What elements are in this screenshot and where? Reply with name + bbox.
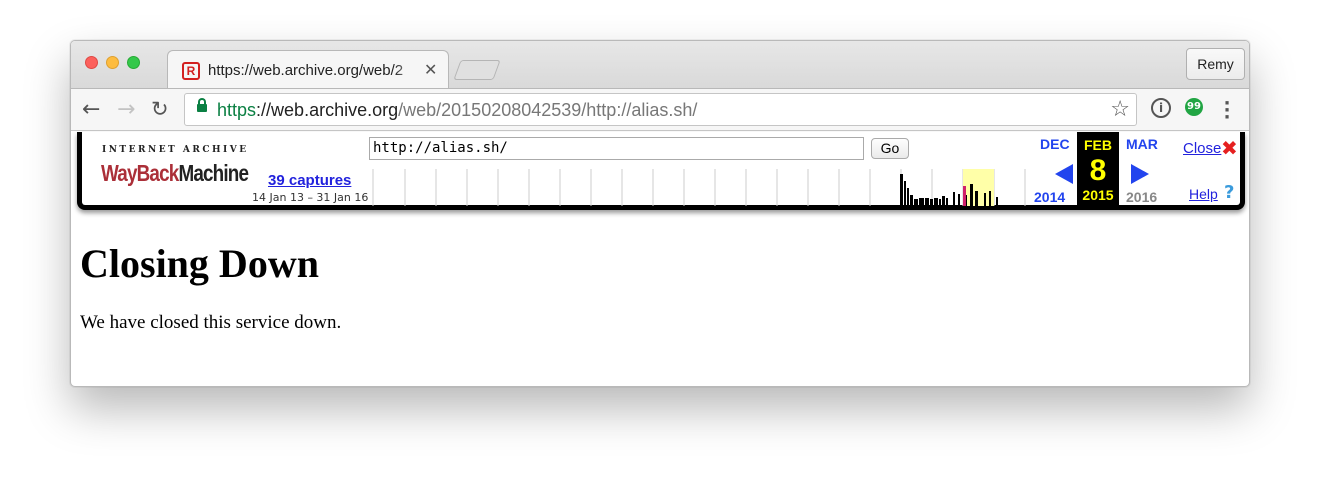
next-year-label: 2016 xyxy=(1126,189,1158,205)
address-bar[interactable]: https://web.archive.org/web/201502080425… xyxy=(184,93,1137,126)
close-toolbar-link[interactable]: Close xyxy=(1183,140,1221,157)
browser-tab[interactable]: R https://web.archive.org/web/2 ✕ xyxy=(167,50,449,89)
page-title: Closing Down xyxy=(80,241,319,286)
minimize-window-button[interactable] xyxy=(106,56,119,69)
next-capture-arrow-icon[interactable] xyxy=(1131,164,1149,184)
browser-window: R https://web.archive.org/web/2 ✕ Remy ←… xyxy=(70,40,1250,387)
tab-title: https://web.archive.org/web/2 xyxy=(208,62,404,79)
wayback-url-input[interactable]: http://alias.sh/ xyxy=(369,137,864,160)
maximize-window-button[interactable] xyxy=(127,56,140,69)
profile-button[interactable]: Remy xyxy=(1186,48,1245,80)
tab-favicon-icon: R xyxy=(182,62,200,80)
forward-arrow-icon[interactable]: → xyxy=(117,97,135,122)
address-url[interactable]: https://web.archive.org/web/201502080425… xyxy=(217,100,697,121)
bookmark-star-icon[interactable]: ☆ xyxy=(1110,97,1130,122)
prev-year-label[interactable]: 2014 xyxy=(1034,189,1065,205)
captures-link[interactable]: 39 captures xyxy=(268,172,351,189)
page-body-text: We have closed this service down. xyxy=(80,312,342,333)
browser-toolbar: ← → ↻ https://web.archive.org/web/201502… xyxy=(71,88,1249,131)
close-window-button[interactable] xyxy=(85,56,98,69)
page-content: Closing Down We have closed this service… xyxy=(80,240,341,333)
current-month-label: FEB xyxy=(1084,137,1112,153)
go-button[interactable]: Go xyxy=(871,138,909,159)
help-link[interactable]: Help xyxy=(1189,186,1218,202)
new-tab-button[interactable] xyxy=(453,60,501,80)
menu-kebab-icon[interactable]: · · · xyxy=(1223,95,1231,127)
next-month-label[interactable]: MAR xyxy=(1126,136,1158,152)
wayback-toolbar: INTERNET ARCHIVE WayBackMachine 39 captu… xyxy=(77,132,1245,210)
tab-close-icon[interactable]: ✕ xyxy=(424,60,437,79)
capture-sparkline[interactable] xyxy=(372,169,1027,206)
current-day-label: 8 xyxy=(1089,154,1107,187)
extension-icon[interactable]: 99 xyxy=(1185,98,1203,116)
wayback-logo[interactable]: WayBackMachine xyxy=(101,160,249,187)
current-capture-date: FEB 8 2015 xyxy=(1077,132,1119,205)
close-x-icon[interactable]: ✖ xyxy=(1221,136,1238,160)
prev-capture-arrow-icon[interactable] xyxy=(1055,164,1073,184)
lock-icon xyxy=(197,98,207,112)
help-question-icon[interactable]: ? xyxy=(1224,182,1234,203)
current-year-label: 2015 xyxy=(1082,187,1114,203)
title-bar: R https://web.archive.org/web/2 ✕ Remy xyxy=(71,41,1249,89)
capture-range: 14 Jan 13 – 31 Jan 16 xyxy=(252,191,369,204)
wayback-logo-top: INTERNET ARCHIVE xyxy=(102,145,249,155)
reload-icon[interactable]: ↻ xyxy=(151,97,169,121)
prev-month-label[interactable]: DEC xyxy=(1040,136,1070,152)
back-arrow-icon[interactable]: ← xyxy=(82,97,100,122)
info-icon[interactable]: i xyxy=(1151,98,1171,118)
